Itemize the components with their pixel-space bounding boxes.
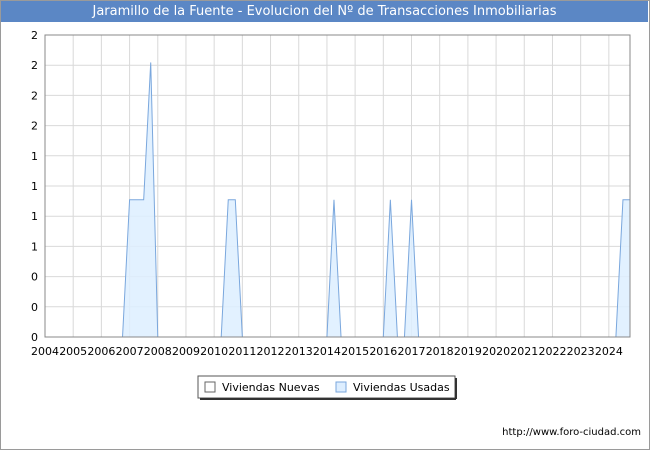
x-tick-label: 2012 <box>257 345 285 358</box>
x-tick-label: 2006 <box>87 345 115 358</box>
legend-label-viviendas-usadas: Viviendas Usadas <box>353 381 450 394</box>
y-tick-label: 1 <box>31 210 38 223</box>
x-tick-label: 2013 <box>285 345 313 358</box>
chart-canvas: 000111122222004 2005 2006 2007 2008 2009 2010 2… <box>31 29 631 400</box>
x-tick-label: 2021 <box>510 345 538 358</box>
legend-label-viviendas-nuevas: Viviendas Nuevas <box>222 381 320 394</box>
y-tick-label: 0 <box>31 301 38 314</box>
x-tick-label: 2020 <box>482 345 510 358</box>
y-tick-label: 0 <box>31 271 38 284</box>
legend-swatch-viviendas-nuevas <box>204 381 216 393</box>
x-tick-label: 2010 <box>200 345 228 358</box>
x-tick-label: 2018 <box>426 345 454 358</box>
x-tick-label: 2007 <box>116 345 144 358</box>
x-tick-label: 2014 <box>313 345 341 358</box>
x-tick-label: 2004 <box>31 345 59 358</box>
y-tick-label: 2 <box>31 29 38 42</box>
x-tick-label: 2019 <box>454 345 482 358</box>
x-tick-label: 2023 <box>567 345 595 358</box>
x-tick-label: 2024 <box>595 345 623 358</box>
y-tick-label: 2 <box>31 120 38 133</box>
y-tick-label: 1 <box>31 240 38 253</box>
x-tick-label: 2008 <box>144 345 172 358</box>
legend-swatch-viviendas-usadas <box>335 381 347 393</box>
x-tick-label: 2005 <box>59 345 87 358</box>
y-tick-label: 1 <box>31 150 38 163</box>
y-tick-label: 0 <box>31 331 38 344</box>
y-tick-label: 2 <box>31 89 38 102</box>
x-tick-label: 2017 <box>398 345 426 358</box>
x-tick-label: 2011 <box>228 345 256 358</box>
x-tick-label: 2016 <box>369 345 397 358</box>
x-tick-label: 2022 <box>538 345 566 358</box>
x-tick-label: 2009 <box>172 345 200 358</box>
legend: Viviendas Nuevas Viviendas Usadas <box>197 375 457 400</box>
footer-url[interactable]: http://www.foro-ciudad.com <box>502 427 641 438</box>
y-tick-label: 1 <box>31 180 38 193</box>
x-tick-label: 2015 <box>341 345 369 358</box>
y-tick-label: 2 <box>31 59 38 72</box>
